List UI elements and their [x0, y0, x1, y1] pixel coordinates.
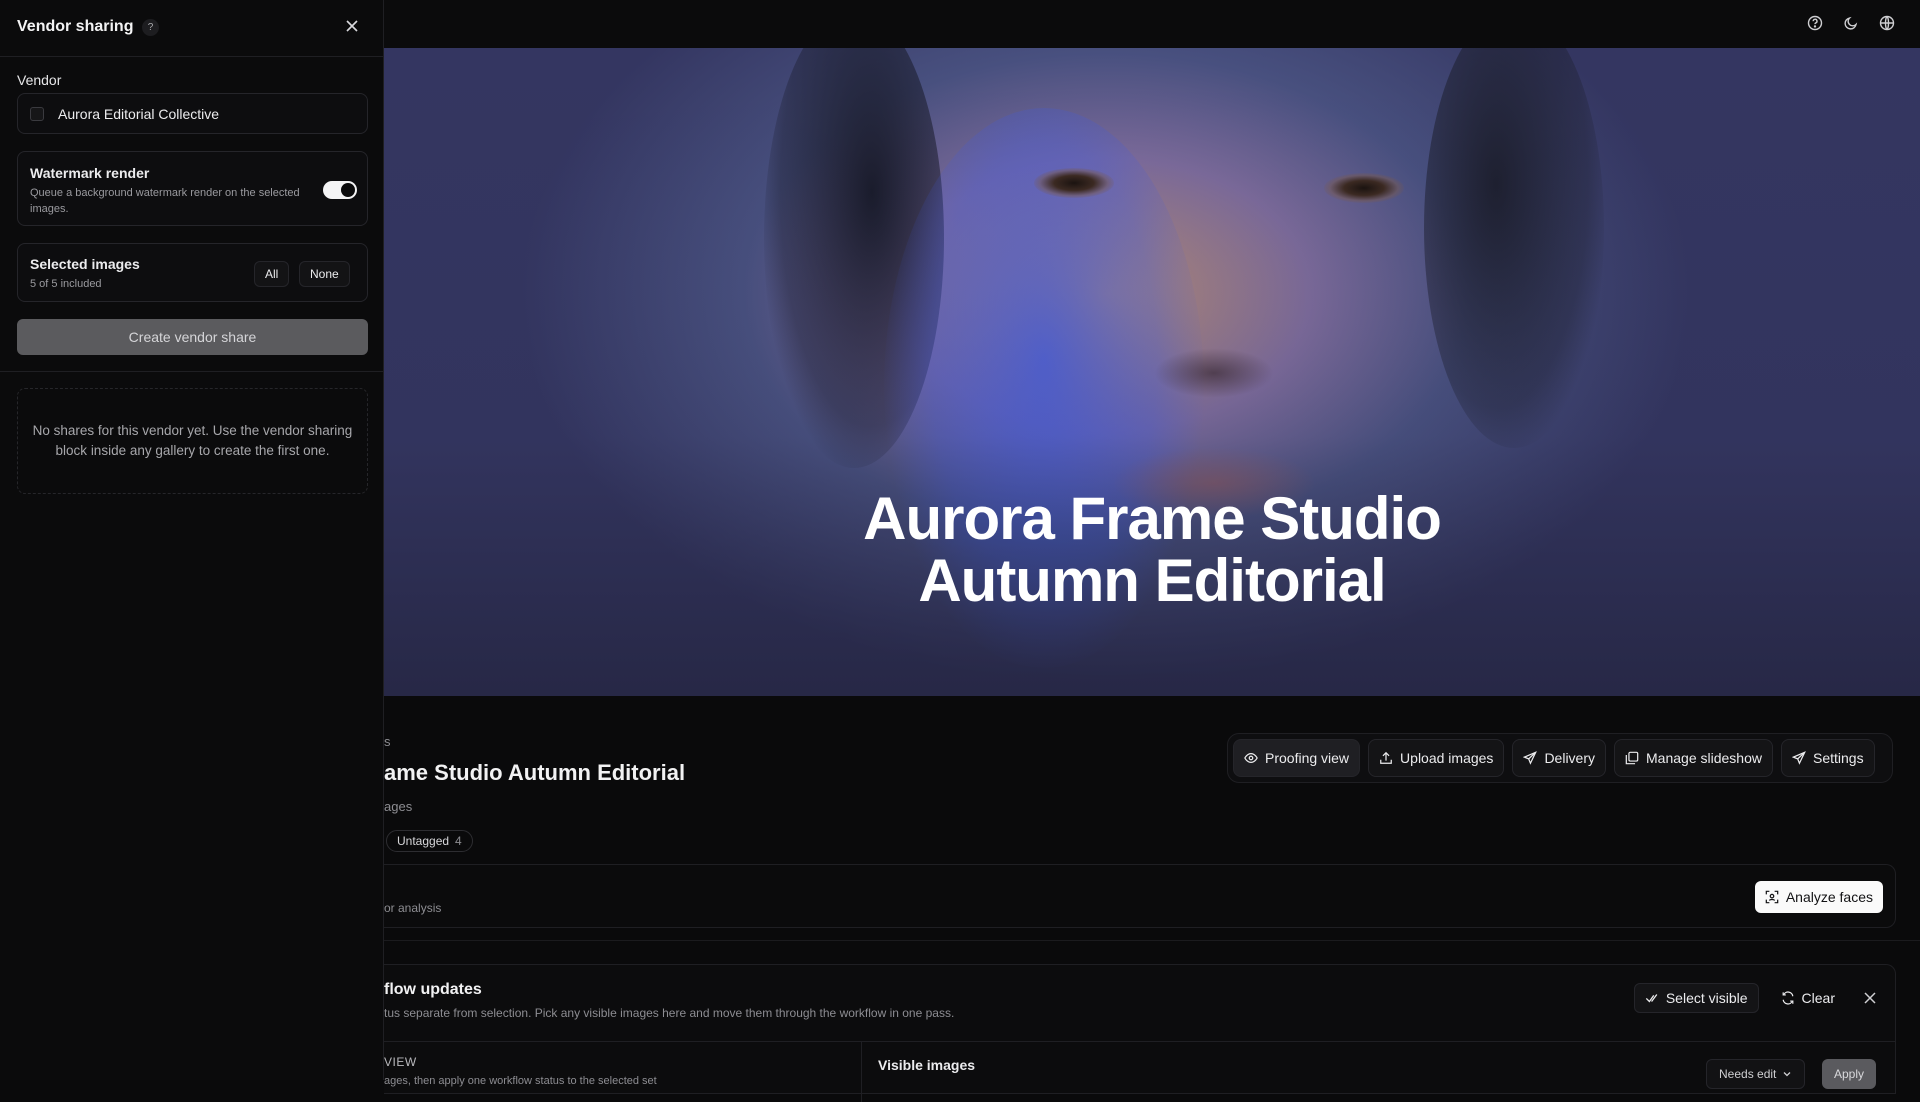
vendor-label: Vendor	[17, 72, 62, 88]
watermark-title: Watermark render	[30, 165, 150, 181]
panel-divider	[0, 371, 384, 372]
clear-button[interactable]: Clear	[1771, 983, 1845, 1013]
close-icon[interactable]	[342, 16, 362, 36]
settings-button[interactable]: Settings	[1780, 739, 1875, 777]
check-double-icon	[1645, 994, 1658, 1003]
settings-label: Settings	[1812, 750, 1864, 766]
delivery-button[interactable]: Delivery	[1512, 739, 1607, 777]
upload-icon	[1380, 751, 1392, 764]
apply-button[interactable]: Apply	[1822, 1059, 1877, 1089]
select-none-button[interactable]: None	[299, 261, 350, 287]
send-icon	[1523, 751, 1538, 765]
analyze-faces-label: Analyze faces	[1785, 889, 1873, 905]
face-scan-icon	[1765, 890, 1779, 904]
gallery-icon	[1625, 751, 1639, 765]
panel-divider	[0, 56, 384, 57]
proofing-view-button[interactable]: Proofing view	[1233, 739, 1361, 777]
proofing-view-label: Proofing view	[1265, 750, 1350, 766]
chevron-down-icon	[1783, 1072, 1791, 1077]
close-icon[interactable]	[1857, 985, 1883, 1011]
select-all-button[interactable]: All	[254, 261, 290, 287]
top-icon-group	[1804, 12, 1898, 34]
status-select-value: Needs edit	[1719, 1067, 1777, 1081]
watermark-description: Queue a background watermark render on t…	[30, 187, 300, 215]
vendor-name: Aurora Editorial Collective	[58, 105, 220, 122]
cover-title-line-2: Autumn Editorial	[918, 547, 1386, 614]
eye-icon	[1244, 753, 1258, 763]
tag-count: 4	[455, 834, 462, 848]
delivery-label: Delivery	[1544, 750, 1596, 766]
help-circle-icon[interactable]	[1804, 12, 1826, 34]
cover-title: Aurora Frame Studio Autumn Editorial	[384, 488, 1920, 612]
image-count: ages	[384, 799, 413, 814]
upload-images-label: Upload images	[1400, 750, 1494, 766]
vendor-checkbox[interactable]	[30, 106, 44, 121]
select-visible-label: Select visible	[1665, 990, 1748, 1006]
cover-title-line-1: Aurora Frame Studio	[863, 485, 1442, 552]
upload-images-button[interactable]: Upload images	[1368, 739, 1505, 777]
vendor-option[interactable]: Aurora Editorial Collective	[17, 93, 368, 134]
tag-filter-untagged[interactable]: Untagged 4	[386, 830, 473, 852]
selected-images-card: Selected images 5 of 5 included All None	[17, 243, 368, 302]
workflow-updates-section: flow updates tus separate from selection…	[384, 964, 1896, 1102]
analyze-faces-button[interactable]: Analyze faces	[1754, 881, 1883, 913]
send-icon	[1791, 751, 1806, 765]
vendor-sharing-panel: Vendor sharing ? Vendor Aurora Editorial…	[0, 0, 384, 1080]
empty-shares-message: No shares for this vendor yet. Use the v…	[17, 388, 368, 494]
face-analysis-subtitle: or analysis	[384, 901, 442, 915]
create-vendor-share-button[interactable]: Create vendor share	[17, 319, 368, 355]
watermark-toggle[interactable]	[323, 181, 357, 199]
visible-images-heading: Visible images	[878, 1057, 976, 1073]
workflow-view-heading: VIEW	[384, 1055, 417, 1069]
refresh-icon	[1782, 991, 1793, 1005]
help-icon[interactable]: ?	[142, 19, 159, 36]
face-analysis-section: or analysis Analyze faces	[384, 864, 1896, 928]
gallery-action-bar: Proofing view Upload images Delivery Man…	[1227, 733, 1893, 783]
workflow-title: flow updates	[384, 981, 482, 998]
manage-slideshow-label: Manage slideshow	[1646, 750, 1762, 766]
workflow-buttons: Select visible Clear	[1633, 983, 1883, 1013]
panel-title: Vendor sharing	[17, 18, 134, 35]
status-select[interactable]: Needs edit	[1706, 1059, 1806, 1089]
page-title: ame Studio Autumn Editorial	[384, 760, 686, 785]
workflow-column-divider	[861, 1042, 862, 1102]
watermark-card: Watermark render Queue a background wate…	[17, 151, 368, 226]
gallery-cover-image: Aurora Frame Studio Autumn Editorial	[384, 48, 1920, 696]
clear-label: Clear	[1801, 990, 1835, 1006]
toggle-knob	[341, 183, 355, 197]
section-divider	[384, 940, 1920, 941]
workflow-view-subtitle: ages, then apply one workflow status to …	[384, 1075, 657, 1087]
selected-images-title: Selected images	[30, 256, 140, 272]
selected-images-count: 5 of 5 included	[30, 278, 102, 290]
workflow-divider	[384, 1041, 1896, 1042]
moon-icon[interactable]	[1840, 12, 1862, 34]
globe-icon[interactable]	[1876, 12, 1898, 34]
manage-slideshow-button[interactable]: Manage slideshow	[1614, 739, 1773, 777]
select-visible-button[interactable]: Select visible	[1633, 983, 1759, 1013]
breadcrumb[interactable]: s	[384, 734, 391, 749]
workflow-subtitle: tus separate from selection. Pick any vi…	[384, 1006, 955, 1020]
tag-label: Untagged	[397, 834, 450, 848]
